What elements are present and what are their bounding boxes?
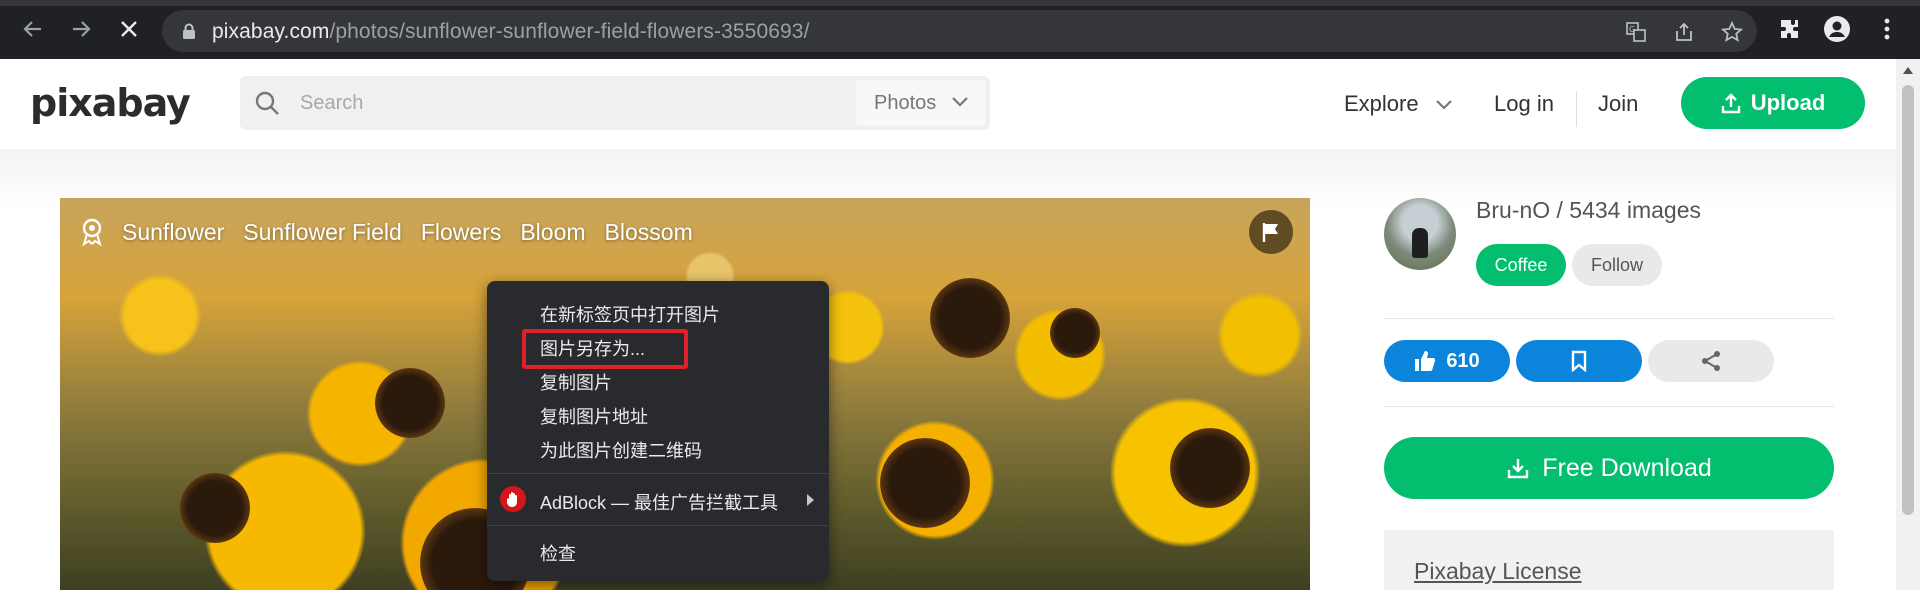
license-link[interactable]: Pixabay License bbox=[1414, 558, 1582, 585]
bookmark-star-icon[interactable] bbox=[1721, 21, 1743, 43]
pixabay-logo[interactable]: pixabay bbox=[30, 81, 191, 125]
author-name[interactable]: Bru-nO / 5434 images bbox=[1476, 197, 1701, 224]
flower-detail bbox=[880, 438, 970, 528]
media-type-label: Photos bbox=[874, 92, 937, 114]
image-context-menu: 在新标签页中打开图片 图片另存为... 复制图片 复制图片地址 为此图片创建二维… bbox=[487, 281, 829, 581]
tag-link[interactable]: Bloom bbox=[520, 219, 585, 246]
download-icon bbox=[1508, 459, 1529, 479]
tag-link[interactable]: Sunflower Field bbox=[243, 219, 402, 246]
site-header: pixabay Search Photos Explore Log in Joi… bbox=[0, 59, 1896, 149]
share-button[interactable] bbox=[1648, 340, 1774, 382]
translate-icon[interactable]: G bbox=[1625, 21, 1647, 43]
search-bar[interactable]: Search Photos bbox=[240, 76, 990, 130]
flower-detail bbox=[930, 278, 1010, 358]
menu-separator bbox=[487, 525, 829, 526]
back-button[interactable] bbox=[18, 14, 48, 44]
forward-button[interactable] bbox=[66, 14, 96, 44]
join-link[interactable]: Join bbox=[1598, 91, 1638, 117]
share-page-icon[interactable] bbox=[1673, 21, 1695, 43]
back-arrow-icon bbox=[23, 21, 41, 37]
tag-link[interactable]: Flowers bbox=[421, 219, 502, 246]
scrollbar-thumb[interactable] bbox=[1902, 85, 1914, 515]
profile-avatar-icon[interactable] bbox=[1824, 16, 1850, 42]
url-text: pixabay.com/photos/sunflower-sunflower-f… bbox=[212, 20, 810, 43]
stop-loading-button[interactable] bbox=[114, 14, 144, 44]
search-input[interactable]: Search bbox=[300, 92, 363, 115]
upload-button[interactable]: Upload bbox=[1681, 77, 1865, 129]
upload-icon bbox=[1721, 93, 1740, 114]
browser-toolbar: pixabay.com/photos/sunflower-sunflower-f… bbox=[0, 0, 1920, 59]
flower-detail bbox=[1050, 308, 1100, 358]
award-icon bbox=[82, 218, 102, 246]
chevron-down-icon bbox=[1435, 100, 1452, 110]
license-box: Pixabay License bbox=[1384, 530, 1834, 590]
svg-text:G: G bbox=[1629, 25, 1635, 34]
upload-label: Upload bbox=[1750, 90, 1826, 115]
chevron-down-icon bbox=[952, 97, 968, 107]
tag-link[interactable]: Blossom bbox=[605, 219, 693, 246]
flower-detail bbox=[180, 473, 250, 543]
tab-strip bbox=[0, 0, 1920, 6]
extensions-icon[interactable] bbox=[1777, 16, 1803, 42]
photo-tags: Sunflower Sunflower Field Flowers Bloom … bbox=[80, 218, 712, 246]
nav-divider bbox=[1576, 91, 1577, 127]
flower-detail bbox=[375, 368, 445, 438]
scroll-up-arrow-icon[interactable] bbox=[1903, 67, 1913, 74]
close-icon bbox=[121, 21, 137, 37]
explore-label: Explore bbox=[1344, 91, 1419, 116]
menu-item-inspect[interactable]: 检查 bbox=[540, 540, 576, 566]
flower-detail bbox=[1170, 428, 1250, 508]
login-link[interactable]: Log in bbox=[1494, 91, 1554, 117]
highlight-box bbox=[522, 329, 688, 369]
thumbs-up-icon bbox=[1415, 351, 1436, 372]
explore-menu[interactable]: Explore bbox=[1344, 91, 1453, 117]
menu-item-open-image-new-tab[interactable]: 在新标签页中打开图片 bbox=[540, 301, 720, 327]
search-icon bbox=[255, 91, 279, 115]
tag-link[interactable]: Sunflower bbox=[122, 219, 224, 246]
adblock-hand-icon bbox=[500, 486, 526, 512]
free-download-button[interactable]: Free Download bbox=[1384, 437, 1834, 499]
avatar-dog-silhouette bbox=[1412, 228, 1428, 258]
more-menu-icon[interactable] bbox=[1874, 16, 1900, 42]
bookmark-button[interactable] bbox=[1516, 340, 1642, 382]
forward-arrow-icon bbox=[73, 21, 91, 37]
menu-item-adblock[interactable]: AdBlock — 最佳广告拦截工具 bbox=[540, 489, 778, 515]
section-divider bbox=[1384, 318, 1834, 319]
menu-separator bbox=[487, 473, 829, 474]
address-bar[interactable]: pixabay.com/photos/sunflower-sunflower-f… bbox=[162, 10, 1757, 52]
like-button[interactable]: 610 bbox=[1384, 340, 1510, 382]
like-count: 610 bbox=[1446, 349, 1480, 372]
page-scrollbar[interactable] bbox=[1896, 59, 1920, 590]
bookmark-icon bbox=[1571, 350, 1587, 372]
submenu-arrow-icon bbox=[807, 494, 814, 506]
media-type-dropdown[interactable]: Photos bbox=[856, 80, 986, 126]
coffee-button[interactable]: Coffee bbox=[1476, 244, 1566, 286]
follow-button[interactable]: Follow bbox=[1572, 244, 1662, 286]
menu-item-copy-image[interactable]: 复制图片 bbox=[540, 369, 612, 395]
share-icon bbox=[1702, 351, 1720, 371]
section-divider bbox=[1384, 406, 1834, 407]
download-label: Free Download bbox=[1542, 453, 1712, 482]
author-avatar[interactable] bbox=[1384, 198, 1456, 270]
menu-item-copy-image-address[interactable]: 复制图片地址 bbox=[540, 403, 648, 429]
report-flag-button[interactable] bbox=[1249, 210, 1293, 254]
flag-icon bbox=[1262, 223, 1278, 242]
lock-icon bbox=[183, 23, 195, 39]
menu-item-create-qr-code[interactable]: 为此图片创建二维码 bbox=[540, 437, 702, 463]
